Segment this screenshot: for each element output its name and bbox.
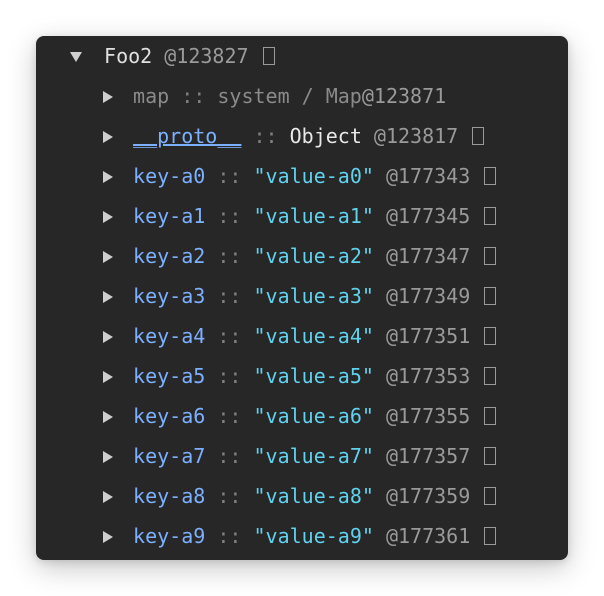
- reveal-in-summary-icon[interactable]: [484, 327, 497, 345]
- entry-address: @177359: [385, 484, 471, 508]
- collapse-triangle-icon[interactable]: [103, 130, 113, 143]
- entry-address: @177357: [385, 444, 471, 468]
- property-type: system / Map: [217, 84, 362, 108]
- entry-address: @177347: [385, 244, 471, 268]
- entry-key: key-a1: [133, 204, 206, 228]
- entry-key: key-a7: [133, 444, 206, 468]
- separator: ::: [217, 444, 242, 468]
- root-object-name: Foo2: [104, 44, 153, 68]
- tree-row-entry[interactable]: key-a7 :: "value-a7" @177357: [103, 436, 497, 476]
- reveal-in-summary-icon[interactable]: [484, 447, 497, 465]
- collapse-triangle-icon[interactable]: [103, 370, 113, 383]
- property-name: __proto__: [133, 124, 242, 148]
- separator: ::: [217, 524, 242, 548]
- property-name: map: [133, 84, 170, 108]
- reveal-in-summary-icon[interactable]: [484, 527, 497, 545]
- entry-address: @177345: [385, 204, 471, 228]
- separator: ::: [217, 204, 242, 228]
- reveal-in-summary-icon[interactable]: [484, 247, 497, 265]
- entry-value: "value-a7": [253, 444, 374, 468]
- entry-value: "value-a9": [253, 524, 374, 548]
- tree-row-entry[interactable]: key-a8 :: "value-a8" @177359: [103, 476, 497, 516]
- tree-row-map[interactable]: map :: system / Map@123871: [103, 76, 446, 116]
- entry-value: "value-a3": [253, 284, 374, 308]
- collapse-triangle-icon[interactable]: [103, 90, 113, 103]
- entry-key: key-a2: [133, 244, 206, 268]
- entry-key: key-a8: [133, 484, 206, 508]
- separator: ::: [217, 284, 242, 308]
- object-address: @123817: [373, 124, 459, 148]
- separator: ::: [217, 484, 242, 508]
- entry-value: "value-a2": [253, 244, 374, 268]
- entry-value: "value-a6": [253, 404, 374, 428]
- reveal-in-summary-icon[interactable]: [472, 127, 485, 145]
- tree-row-entry[interactable]: key-a3 :: "value-a3" @177349: [103, 276, 497, 316]
- entry-value: "value-a8": [253, 484, 374, 508]
- collapse-triangle-icon[interactable]: [103, 450, 113, 463]
- reveal-in-summary-icon[interactable]: [484, 487, 497, 505]
- collapse-triangle-icon[interactable]: [103, 490, 113, 503]
- entry-key: key-a6: [133, 404, 206, 428]
- reveal-in-summary-icon[interactable]: [484, 407, 497, 425]
- tree-row-entry[interactable]: key-a2 :: "value-a2" @177347: [103, 236, 497, 276]
- entry-value: "value-a4": [253, 324, 374, 348]
- collapse-triangle-icon[interactable]: [103, 210, 113, 223]
- separator: ::: [217, 244, 242, 268]
- entry-address: @177353: [385, 364, 471, 388]
- entry-key: key-a9: [133, 524, 206, 548]
- root-object-address: @123827: [164, 44, 249, 68]
- reveal-in-summary-icon[interactable]: [262, 47, 275, 65]
- collapse-triangle-icon[interactable]: [103, 530, 113, 543]
- collapse-triangle-icon[interactable]: [103, 170, 113, 183]
- entry-value: "value-a5": [253, 364, 374, 388]
- expand-triangle-icon[interactable]: [70, 51, 82, 62]
- collapse-triangle-icon[interactable]: [103, 330, 113, 343]
- tree-row-entry[interactable]: key-a5 :: "value-a5" @177353: [103, 356, 497, 396]
- entry-address: @177351: [385, 324, 471, 348]
- property-type: Object: [289, 124, 362, 148]
- separator: ::: [217, 164, 242, 188]
- entry-address: @177343: [385, 164, 471, 188]
- reveal-in-summary-icon[interactable]: [484, 167, 497, 185]
- entry-key: key-a5: [133, 364, 206, 388]
- entry-address: @177355: [385, 404, 471, 428]
- tree-row-entry[interactable]: key-a4 :: "value-a4" @177351: [103, 316, 497, 356]
- reveal-in-summary-icon[interactable]: [484, 207, 497, 225]
- separator: ::: [217, 324, 242, 348]
- separator: ::: [181, 84, 206, 108]
- object-address: @123871: [361, 84, 447, 108]
- separator: ::: [217, 404, 242, 428]
- collapse-triangle-icon[interactable]: [103, 410, 113, 423]
- entry-value: "value-a0": [253, 164, 374, 188]
- tree-row-proto[interactable]: __proto__ :: Object @123817: [103, 116, 485, 156]
- reveal-in-summary-icon[interactable]: [484, 287, 497, 305]
- tree-row-entry[interactable]: key-a1 :: "value-a1" @177345: [103, 196, 497, 236]
- entry-value: "value-a1": [253, 204, 374, 228]
- collapse-triangle-icon[interactable]: [103, 250, 113, 263]
- entry-address: @177361: [385, 524, 471, 548]
- tree-row-entry[interactable]: key-a9 :: "value-a9" @177361: [103, 516, 497, 556]
- reveal-in-summary-icon[interactable]: [484, 367, 497, 385]
- entry-key: key-a3: [133, 284, 206, 308]
- tree-row-entry[interactable]: key-a6 :: "value-a6" @177355: [103, 396, 497, 436]
- separator: ::: [253, 124, 278, 148]
- separator: ::: [217, 364, 242, 388]
- tree-row-entry[interactable]: key-a0 :: "value-a0" @177343: [103, 156, 497, 196]
- tree-row-root[interactable]: Foo2 @123827: [70, 36, 275, 76]
- entry-key: key-a4: [133, 324, 206, 348]
- object-inspector-panel: Foo2 @123827 map :: system / Map@123871 …: [36, 36, 568, 560]
- entry-address: @177349: [385, 284, 471, 308]
- collapse-triangle-icon[interactable]: [103, 290, 113, 303]
- entry-key: key-a0: [133, 164, 206, 188]
